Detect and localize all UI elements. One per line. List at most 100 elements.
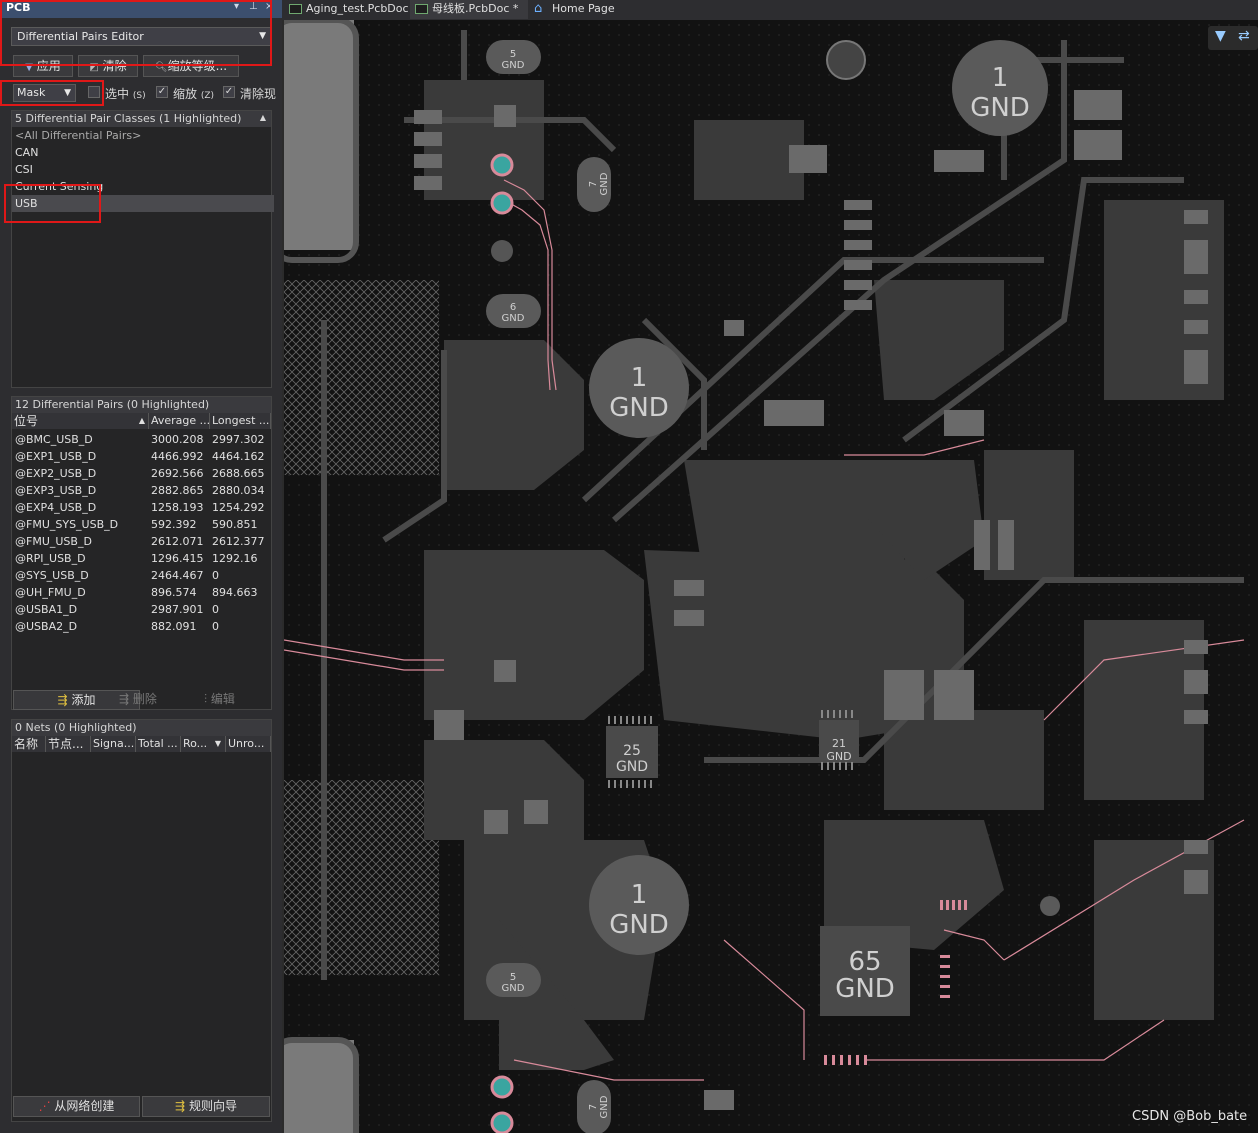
create-from-nets-icon: ⋰ bbox=[38, 1099, 51, 1113]
pair-name[interactable]: @USBA2_D bbox=[15, 618, 77, 635]
gnd-label-text: GND bbox=[502, 983, 525, 994]
pair-name[interactable]: @EXP4_USB_D bbox=[15, 499, 96, 516]
rule-wizard-icon: ⇶ bbox=[175, 1099, 186, 1113]
pair-longest: 0 bbox=[212, 569, 219, 582]
select-checkbox[interactable] bbox=[88, 86, 100, 98]
document-tabs: Aging_test.PcbDoc 母线板.PcbDoc * ⌂ Home Pag… bbox=[282, 0, 1258, 20]
collapse-icon[interactable]: ▲ bbox=[260, 113, 266, 122]
pair-name[interactable]: @FMU_SYS_USB_D bbox=[15, 516, 118, 533]
nets-list: 0 Nets (0 Highlighted) 名称 节点... Signa...… bbox=[11, 719, 272, 1122]
column-net-name[interactable]: 名称 bbox=[12, 736, 46, 752]
hatched-keepout bbox=[284, 280, 439, 475]
pair-average: 3000.208 bbox=[151, 433, 204, 446]
fiducial bbox=[826, 40, 866, 80]
tab-bus-board[interactable]: 母线板.PcbDoc * bbox=[410, 0, 528, 19]
gnd-label-num: 25 bbox=[623, 743, 641, 759]
classes-list: 5 Differential Pair Classes (1 Highlight… bbox=[11, 110, 274, 388]
pair-average: 1258.193 bbox=[151, 501, 204, 514]
create-from-nets-button[interactable]: ⋰ 从网络创建 bbox=[13, 1096, 140, 1117]
pair-name[interactable]: @BMC_USB_D bbox=[15, 431, 93, 448]
column-longest[interactable]: Longest ... bbox=[210, 413, 271, 429]
gnd-label-text: GND bbox=[502, 313, 525, 324]
home-icon: ⌂ bbox=[534, 1, 543, 16]
pair-average: 4466.992 bbox=[151, 450, 204, 463]
column-refdes[interactable]: 位号 ▲ bbox=[12, 413, 149, 429]
gnd-label-text: GND bbox=[826, 750, 851, 763]
filter-icon[interactable]: ▼ bbox=[1215, 28, 1226, 44]
gnd-label-num: 7 bbox=[588, 181, 599, 187]
gnd-label-text: GND bbox=[502, 60, 525, 71]
pair-average: 2987.901 bbox=[151, 603, 204, 616]
gnd-label-num: 1 bbox=[631, 363, 648, 393]
highlight-box-usb bbox=[4, 184, 101, 223]
pair-name[interactable]: @SYS_USB_D bbox=[15, 567, 89, 584]
watermark: CSDN @Bob_bate bbox=[1132, 1109, 1248, 1124]
zoom-label: 缩放 (Z) bbox=[173, 87, 215, 101]
pcb-doc-icon bbox=[415, 4, 428, 14]
gnd-label-text: GND bbox=[609, 910, 669, 940]
pcb-canvas[interactable]: 1 GND 1 GND 1 GND 25 GND 21 GND 65 GND 5… bbox=[284, 20, 1258, 1133]
pair-average: 1296.415 bbox=[151, 552, 204, 565]
settings-icon[interactable]: ⇄ bbox=[1238, 28, 1250, 44]
pair-longest: 2997.302 bbox=[212, 433, 265, 446]
pairs-list: 12 Differential Pairs (0 Highlighted) 位号… bbox=[11, 396, 272, 710]
pair-average: 2692.566 bbox=[151, 467, 204, 480]
gnd-label-num: 5 bbox=[510, 49, 516, 60]
gnd-label-num: 1 bbox=[992, 63, 1009, 93]
column-average[interactable]: Average ... bbox=[149, 413, 210, 429]
column-nodes[interactable]: 节点... bbox=[46, 736, 91, 752]
zoom-checkbox[interactable]: ✓ bbox=[156, 86, 168, 98]
clear-existing-checkbox[interactable]: ✓ bbox=[223, 86, 235, 98]
board-view[interactable]: 1 GND 1 GND 1 GND 25 GND 21 GND 65 GND 5… bbox=[284, 20, 1258, 1133]
pair-longest: 1292.16 bbox=[212, 552, 258, 565]
pair-name[interactable]: @EXP2_USB_D bbox=[15, 465, 96, 482]
tab-home-page[interactable]: ⌂ Home Page bbox=[530, 0, 620, 19]
column-total[interactable]: Total ... bbox=[136, 736, 181, 752]
pair-name[interactable]: @EXP1_USB_D bbox=[15, 448, 96, 465]
tab-aging-test[interactable]: Aging_test.PcbDoc bbox=[284, 0, 409, 19]
class-item-all[interactable]: <All Differential Pairs> bbox=[15, 127, 141, 144]
gnd-label-text: GND bbox=[599, 1095, 610, 1118]
pair-longest: 4464.162 bbox=[212, 450, 265, 463]
pair-average: 592.392 bbox=[151, 518, 197, 531]
pcb-doc-icon bbox=[289, 4, 302, 14]
hatched-keepout bbox=[284, 780, 439, 975]
pair-longest: 0 bbox=[212, 603, 219, 616]
class-item-csi[interactable]: CSI bbox=[15, 161, 33, 178]
rule-wizard-button[interactable]: ⇶ 规则向导 bbox=[142, 1096, 270, 1117]
gnd-label-num: 5 bbox=[510, 972, 516, 983]
column-routed[interactable]: Ro... ▼ bbox=[181, 736, 226, 752]
pair-name[interactable]: @FMU_USB_D bbox=[15, 533, 92, 550]
gnd-label-num: 1 bbox=[631, 880, 648, 910]
pair-longest: 590.851 bbox=[212, 518, 258, 531]
pair-longest: 2880.034 bbox=[212, 484, 265, 497]
filter-toolbar: ▼ ⇄ bbox=[1208, 26, 1258, 50]
pair-longest: 2612.377 bbox=[212, 535, 265, 548]
highlight-box-mode bbox=[0, 0, 272, 66]
pair-longest: 1254.292 bbox=[212, 501, 265, 514]
pcb-panel: PCB ▾ ⊥ × Differential Pairs Editor ▼ ▼ … bbox=[0, 0, 282, 1133]
mounting-via bbox=[1040, 896, 1060, 916]
board-edge-top bbox=[284, 20, 354, 250]
column-unrouted[interactable]: Unro... bbox=[226, 736, 271, 752]
edit-button[interactable]: ⫶ 编辑 bbox=[204, 690, 264, 710]
add-icon: ⇶ bbox=[57, 693, 68, 707]
board-edge-bottom bbox=[284, 1040, 354, 1133]
pair-longest: 894.663 bbox=[212, 586, 258, 599]
pair-name[interactable]: @RPI_USB_D bbox=[15, 550, 86, 567]
sort-desc-icon: ▼ bbox=[214, 739, 221, 748]
column-signal[interactable]: Signa... bbox=[91, 736, 136, 752]
edit-icon: ⫶ bbox=[204, 692, 208, 706]
pair-name[interactable]: @USBA1_D bbox=[15, 601, 77, 618]
sort-asc-icon: ▲ bbox=[138, 416, 145, 425]
pair-name[interactable]: @EXP3_USB_D bbox=[15, 482, 96, 499]
pair-average: 2882.865 bbox=[151, 484, 204, 497]
pair-name[interactable]: @UH_FMU_D bbox=[15, 584, 86, 601]
delete-button[interactable]: ⇶ 删除 bbox=[119, 690, 179, 710]
pair-longest: 2688.665 bbox=[212, 467, 265, 480]
pair-average: 896.574 bbox=[151, 586, 197, 599]
pair-average: 2612.071 bbox=[151, 535, 204, 548]
classes-header: 5 Differential Pair Classes (1 Highlight… bbox=[12, 111, 271, 127]
gnd-label-text: GND bbox=[609, 393, 669, 423]
class-item-can[interactable]: CAN bbox=[15, 144, 38, 161]
